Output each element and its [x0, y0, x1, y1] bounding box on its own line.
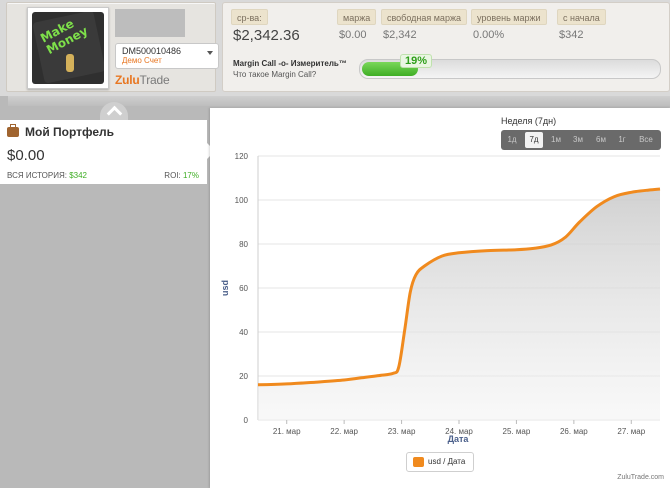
- portfolio-roi-value: 17%: [182, 171, 199, 180]
- metric-value-equity: $2,342.36: [233, 27, 300, 44]
- collapse-button[interactable]: [100, 102, 128, 122]
- margin-call-help-link[interactable]: Что такое Margin Call?: [233, 70, 316, 79]
- metric-value-since-start: $342: [559, 29, 584, 41]
- equity-chart: 020406080100120 21. мар 22. мар 23. мар 24.…: [220, 152, 661, 444]
- metric-label-margin-level: уровень маржи: [471, 9, 547, 25]
- portfolio-history-label: ВСЯ ИСТОРИЯ:: [7, 171, 67, 180]
- metric-label-margin: маржа: [337, 9, 377, 25]
- y-tick-label: 80: [239, 240, 248, 249]
- zulutrade-logo: ZuluTrade: [115, 73, 170, 87]
- x-tick-label: 22. мар: [330, 427, 358, 436]
- y-tick-label: 20: [239, 372, 248, 381]
- portfolio-roi: ROI: 17%: [164, 171, 199, 180]
- chart-legend[interactable]: usd / Дата: [406, 452, 474, 472]
- margin-call-meter: 19%: [359, 54, 661, 79]
- y-axis-ticks: 0 20 40 60 80 100 120: [235, 152, 249, 425]
- account-metrics-panel: ср-ва: $2,342.36 маржа $0.00 свободная м…: [222, 2, 670, 92]
- portfolio-value: $0.00: [7, 147, 45, 164]
- chevron-down-icon[interactable]: [207, 51, 213, 55]
- legend-label: usd / Дата: [428, 457, 466, 466]
- legend-swatch: [413, 457, 424, 467]
- metric-value-margin: $0.00: [339, 29, 367, 41]
- margin-call-percent: 19%: [400, 54, 433, 68]
- x-axis-label: Дата: [448, 434, 470, 444]
- y-tick-label: 40: [239, 328, 248, 337]
- portfolio-history-value: $342: [69, 171, 87, 180]
- metric-value-margin-level: 0.00%: [473, 29, 505, 41]
- x-tick-label: 27. мар: [617, 427, 645, 436]
- y-tick-label: 60: [239, 284, 248, 293]
- x-tick-label: 23. мар: [388, 427, 416, 436]
- x-tick-label: 21. мар: [273, 427, 301, 436]
- margin-call-title: Margin Call -o- Измеритель™: [233, 59, 347, 68]
- chart-area: [258, 189, 660, 420]
- x-tick-label: 26. мар: [560, 427, 588, 436]
- portfolio-history: ВСЯ ИСТОРИЯ: $342: [7, 171, 87, 180]
- portfolio-title: Мой Портфель: [25, 125, 115, 139]
- metric-label-equity: ср-ва:: [231, 9, 268, 25]
- account-name-placeholder: [115, 9, 185, 37]
- metric-label-since-start: с начала: [557, 9, 606, 25]
- account-select[interactable]: DM500010486 Демо Счет: [115, 43, 219, 69]
- metric-label-free-margin: свободная маржа: [381, 9, 467, 25]
- account-id: DM500010486: [122, 46, 182, 56]
- series-area-fill: [258, 189, 660, 420]
- avatar[interactable]: Make Money: [32, 12, 104, 84]
- y-axis-label: usd: [220, 280, 230, 296]
- portfolio-roi-label: ROI:: [164, 171, 181, 180]
- x-tick-label: 25. мар: [503, 427, 531, 436]
- account-type: Демо Счет: [122, 56, 162, 65]
- footer-credit: ZuluTrade.com: [617, 474, 664, 481]
- y-tick-label: 120: [235, 152, 249, 161]
- y-tick-label: 100: [235, 196, 249, 205]
- account-panel: Make Money DM500010486 Демо Счет ZuluTrad…: [6, 2, 219, 92]
- briefcase-icon: [7, 124, 19, 137]
- logo-rest: Trade: [139, 73, 170, 87]
- avatar-figure-icon: [66, 54, 74, 72]
- avatar-frame[interactable]: Make Money: [27, 7, 109, 89]
- metric-value-free-margin: $2,342: [383, 29, 417, 41]
- chart-panel: Неделя (7дн) 1д 7д 1м 3м 6м 1г Все 0 20 40…: [210, 108, 670, 488]
- portfolio-card[interactable]: Мой Портфель $0.00 ВСЯ ИСТОРИЯ: $342 ROI…: [0, 120, 207, 184]
- logo-main: Zulu: [115, 73, 140, 87]
- y-tick-label: 0: [244, 416, 249, 425]
- chevron-up-icon: [106, 105, 123, 122]
